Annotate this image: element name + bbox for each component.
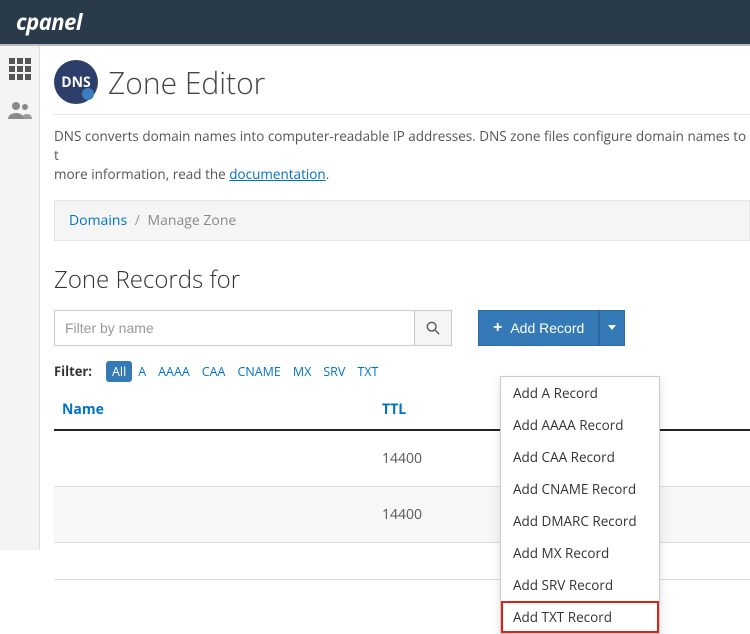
filter-pill-txt[interactable]: TXT (351, 361, 384, 382)
cell-name (54, 486, 374, 542)
intro-line-2: more information, read the (54, 165, 229, 183)
dropdown-item-add-a-record[interactable]: Add A Record (501, 377, 659, 409)
add-record-dropdown: Add A RecordAdd AAAA RecordAdd CAA Recor… (500, 376, 660, 634)
dropdown-item-add-mx-record[interactable]: Add MX Record (501, 537, 659, 569)
search-button[interactable] (414, 310, 452, 346)
add-record-caret-button[interactable] (599, 310, 625, 346)
dns-icon: DNS (54, 60, 98, 104)
col-name[interactable]: Name (54, 390, 374, 430)
plus-icon: + (493, 319, 502, 337)
brand-text: cPanel (16, 7, 82, 37)
breadcrumb-current: Manage Zone (148, 211, 237, 230)
dns-icon-text: DNS (61, 73, 90, 92)
filter-pill-caa[interactable]: CAA (196, 361, 232, 382)
top-bar: cPanel (0, 0, 750, 44)
filter-pill-cname[interactable]: CNAME (231, 361, 286, 382)
section-title: Zone Records for (54, 263, 750, 296)
chevron-down-icon (608, 325, 616, 330)
dropdown-item-add-txt-record[interactable]: Add TXT Record (501, 601, 659, 633)
main-content: DNS Zone Editor DNS converts domain name… (40, 46, 750, 550)
users-icon[interactable] (8, 98, 32, 125)
page-header: DNS Zone Editor (54, 60, 750, 115)
breadcrumb-root[interactable]: Domains (69, 211, 127, 230)
dropdown-item-add-aaaa-record[interactable]: Add AAAA Record (501, 409, 659, 441)
breadcrumb-sep: / (135, 211, 140, 230)
filter-pill-aaaa[interactable]: AAAA (152, 361, 196, 382)
add-record-split-button: + Add Record (478, 310, 625, 346)
add-record-button[interactable]: + Add Record (478, 310, 599, 346)
dropdown-item-add-dmarc-record[interactable]: Add DMARC Record (501, 505, 659, 537)
apps-grid-icon[interactable] (9, 58, 31, 80)
intro-text: DNS converts domain names into computer-… (54, 115, 750, 200)
breadcrumb: Domains / Manage Zone (54, 200, 750, 241)
filter-pill-srv[interactable]: SRV (317, 361, 351, 382)
filter-pill-all[interactable]: All (106, 361, 132, 382)
brand-logo[interactable]: cPanel (16, 7, 82, 37)
add-record-label: Add Record (510, 320, 584, 336)
filter-pill-mx[interactable]: MX (287, 361, 317, 382)
dropdown-item-add-caa-record[interactable]: Add CAA Record (501, 441, 659, 473)
filter-group (54, 310, 452, 346)
cell-name (54, 542, 374, 579)
cell-name (54, 430, 374, 487)
intro-line-1: DNS converts domain names into computer-… (54, 127, 746, 164)
controls-row: + Add Record (54, 310, 750, 346)
search-icon (426, 321, 440, 335)
documentation-link[interactable]: documentation (229, 165, 325, 183)
filter-pill-a[interactable]: A (132, 361, 152, 382)
sidebar (0, 46, 40, 550)
filter-input[interactable] (54, 310, 414, 346)
dropdown-item-add-srv-record[interactable]: Add SRV Record (501, 569, 659, 601)
intro-period: . (326, 165, 330, 183)
page-title: Zone Editor (108, 62, 265, 103)
type-filter-label: Filter: (54, 362, 92, 380)
dropdown-item-add-cname-record[interactable]: Add CNAME Record (501, 473, 659, 505)
